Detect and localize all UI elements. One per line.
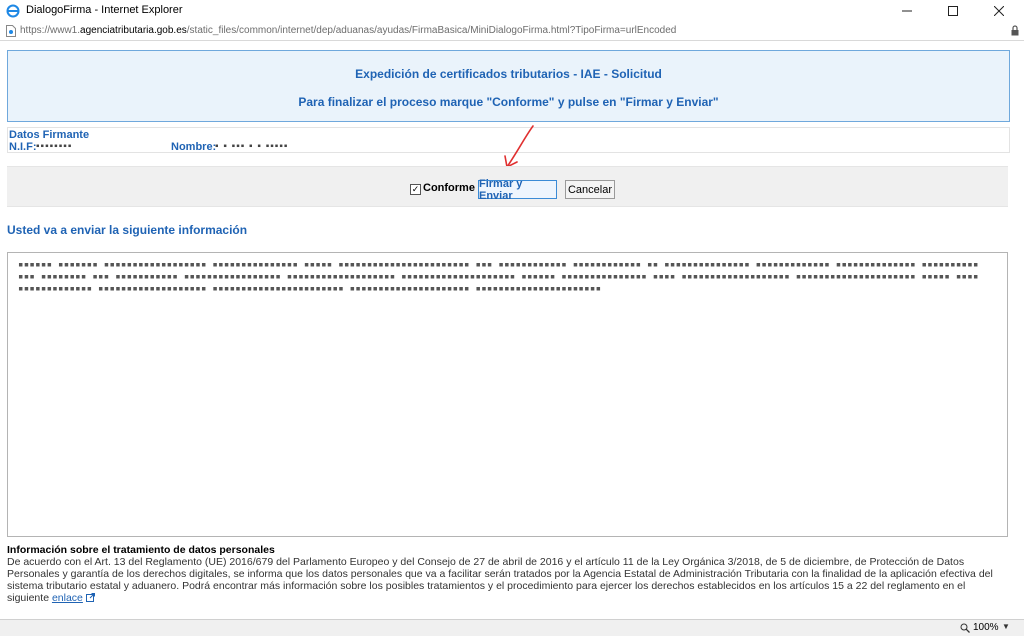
maximize-icon (948, 6, 958, 16)
nif-label: N.I.F: (9, 141, 37, 153)
conforme-label[interactable]: Conforme (423, 182, 475, 194)
status-bar: 100% ▼ (0, 619, 1024, 636)
privacy-link-label: enlace (51, 592, 83, 604)
zoom-icon[interactable] (960, 623, 970, 633)
action-bar: ✓ Conforme Firmar y Enviar Cancelar (7, 166, 1008, 207)
firmar-enviar-button[interactable]: Firmar y Enviar (478, 178, 557, 202)
page-icon (6, 25, 16, 37)
privacy-notice: Información sobre el tratamiento de dato… (7, 544, 1007, 604)
nif-value: ▪▪▪▪▪▪▪▪ (36, 141, 73, 152)
encoded-payload-text: ▪▪▪▪▪▪ ▪▪▪▪▪▪▪ ▪▪▪▪▪▪▪▪▪▪▪▪▪▪▪▪▪▪ ▪▪▪▪▪▪… (18, 260, 979, 294)
info-heading: Usted va a enviar la siguiente informaci… (7, 223, 248, 237)
window-title: DialogoFirma - Internet Explorer (26, 4, 183, 16)
close-icon (994, 6, 1004, 16)
url-prefix: https://www1. (20, 25, 81, 36)
address-bar[interactable]: https://www1.agenciatributaria.gob.es/st… (0, 22, 1024, 41)
nombre-value: ▪ ▪ ▪▪▪ ▪ ▪ ▪▪▪▪▪ (215, 141, 289, 152)
conforme-checkbox[interactable]: ✓ (410, 184, 421, 195)
url-text[interactable]: https://www1.agenciatributaria.gob.es/st… (20, 25, 676, 36)
minimize-button[interactable] (884, 0, 930, 22)
signer-section-title: Datos Firmante (9, 129, 90, 141)
internet-explorer-icon (6, 4, 20, 18)
minimize-icon (902, 10, 912, 12)
header-panel: Expedición de certificados tributarios -… (7, 50, 1010, 122)
info-textarea[interactable]: ▪▪▪▪▪▪ ▪▪▪▪▪▪▪ ▪▪▪▪▪▪▪▪▪▪▪▪▪▪▪▪▪▪ ▪▪▪▪▪▪… (7, 252, 1008, 537)
page-content: Expedición de certificados tributarios -… (0, 41, 1024, 619)
lock-icon[interactable] (1011, 25, 1019, 36)
window-titlebar: DialogoFirma - Internet Explorer (0, 0, 1024, 22)
maximize-button[interactable] (930, 0, 976, 22)
cancel-button[interactable]: Cancelar (565, 180, 615, 199)
zoom-level[interactable]: 100% (973, 622, 999, 633)
privacy-body: De acuerdo con el Art. 13 del Reglamento… (7, 556, 993, 604)
privacy-link[interactable]: enlace (52, 592, 83, 604)
page-instructions: Para finalizar el proceso marque "Confor… (298, 95, 719, 109)
chevron-down-icon[interactable]: ▼ (1002, 622, 1010, 631)
url-path: /static_files/common/internet/dep/aduana… (186, 25, 677, 36)
page-title: Expedición de certificados tributarios -… (355, 67, 662, 81)
url-domain: agenciatributaria.gob.es (80, 25, 187, 36)
external-link-icon[interactable] (85, 593, 95, 602)
privacy-title: Información sobre el tratamiento de dato… (7, 544, 275, 556)
nombre-label: Nombre: (171, 141, 217, 153)
close-button[interactable] (976, 0, 1022, 22)
